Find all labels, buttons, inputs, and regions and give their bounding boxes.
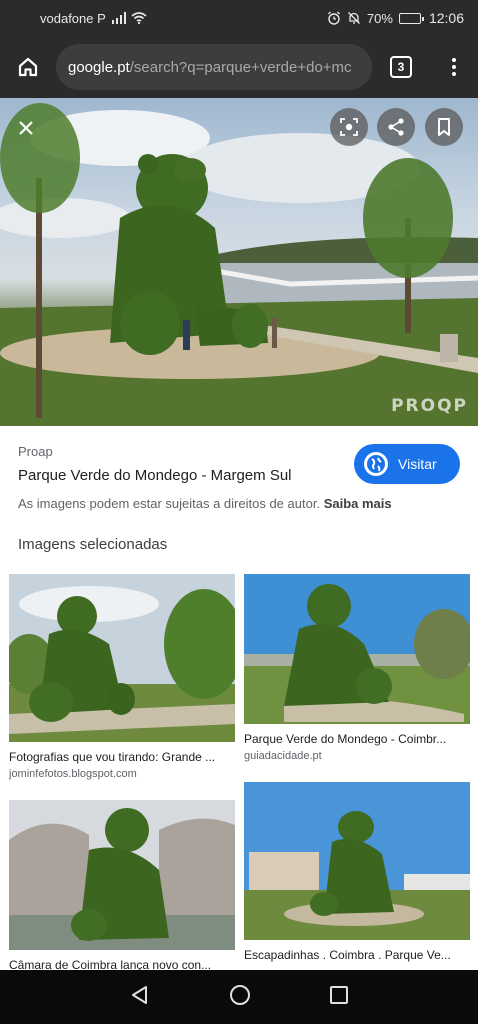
menu-dot-icon	[452, 65, 456, 69]
globe-icon	[364, 452, 388, 476]
back-icon	[132, 985, 147, 1004]
overflow-menu-button[interactable]	[430, 36, 478, 98]
related-image-card[interactable]: Parque Verde do Mondego - Coimbr... guia…	[244, 574, 470, 762]
bear-topiary-photo	[9, 800, 235, 950]
learn-more-link[interactable]: Saiba mais	[324, 496, 392, 511]
related-image-caption: Parque Verde do Mondego - Coimbr...	[244, 732, 447, 746]
wifi-icon	[131, 12, 147, 24]
tab-switcher-button[interactable]: 3	[372, 36, 430, 98]
related-image-thumbnail	[244, 574, 470, 724]
related-image-thumbnail	[9, 574, 235, 742]
related-image-card[interactable]: Câmara de Coimbra lança novo con...	[9, 800, 235, 972]
back-button[interactable]	[129, 984, 151, 1011]
url-path: /search?q=parque+verde+do+mc	[129, 58, 352, 76]
lens-button[interactable]	[330, 108, 368, 146]
url-host: google.pt	[68, 58, 130, 76]
url-bar[interactable]: google.pt/search?q=parque+verde+do+mc	[56, 44, 372, 90]
related-image-card[interactable]: Escapadinhas . Coimbra . Parque Ve...	[244, 782, 470, 962]
menu-dot-icon	[452, 58, 456, 62]
carrier-label: vodafone P	[40, 10, 106, 26]
preview-image[interactable]: PROQP	[0, 98, 478, 426]
related-image-thumbnail	[9, 800, 235, 950]
image-watermark: PROQP	[391, 396, 468, 416]
menu-dot-icon	[452, 72, 456, 76]
related-image-caption: Fotografias que vou tirando: Grande ...	[9, 750, 216, 764]
close-preview-button[interactable]	[8, 110, 44, 146]
status-bar: vodafone P 70% 12:06	[0, 0, 478, 36]
related-image-caption: Escapadinhas . Coimbra . Parque Ve...	[244, 948, 451, 962]
bear-topiary-photo	[0, 103, 478, 426]
home-circle-icon	[230, 984, 250, 1005]
visit-button[interactable]: Visitar	[354, 444, 460, 484]
related-image-domain: guiadacidade.pt	[244, 750, 322, 762]
mute-notifications-icon	[347, 12, 360, 24]
bear-topiary-photo	[244, 574, 470, 724]
lens-icon	[340, 118, 358, 136]
home-nav-button[interactable]	[229, 984, 251, 1011]
system-navigation-bar	[0, 970, 478, 1024]
copyright-text: As imagens podem estar sujeitas a direit…	[18, 496, 321, 511]
copyright-notice: As imagens podem estar sujeitas a direit…	[18, 496, 460, 511]
close-icon	[19, 121, 33, 135]
share-button[interactable]	[377, 108, 415, 146]
page: vodafone P 70% 12:06 google.pt/search?q=…	[0, 0, 478, 1024]
related-images-heading: Imagens selecionadas	[18, 536, 168, 553]
clock: 12:06	[428, 10, 464, 26]
recents-button[interactable]	[329, 985, 349, 1010]
bear-topiary-photo	[9, 574, 235, 742]
recents-icon	[330, 985, 348, 1004]
result-info: Proap Parque Verde do Mondego - Margem S…	[0, 426, 478, 546]
related-image-card[interactable]: Fotografias que vou tirando: Grande ... …	[9, 574, 235, 780]
bookmark-icon	[438, 118, 450, 136]
tab-count: 3	[390, 56, 412, 78]
browser-toolbar: google.pt/search?q=parque+verde+do+mc 3	[0, 36, 478, 98]
bear-topiary-photo	[244, 782, 470, 940]
home-button[interactable]	[0, 36, 56, 98]
visit-label: Visitar	[398, 456, 437, 472]
battery-icon	[398, 12, 424, 24]
battery-percent: 70%	[366, 10, 393, 26]
share-icon	[388, 118, 404, 136]
related-image-thumbnail	[244, 782, 470, 940]
save-button[interactable]	[425, 108, 463, 146]
related-image-domain: jominfefotos.blogspot.com	[9, 768, 137, 780]
home-icon	[18, 57, 38, 77]
signal-icon	[111, 12, 126, 24]
alarm-icon	[327, 11, 340, 25]
